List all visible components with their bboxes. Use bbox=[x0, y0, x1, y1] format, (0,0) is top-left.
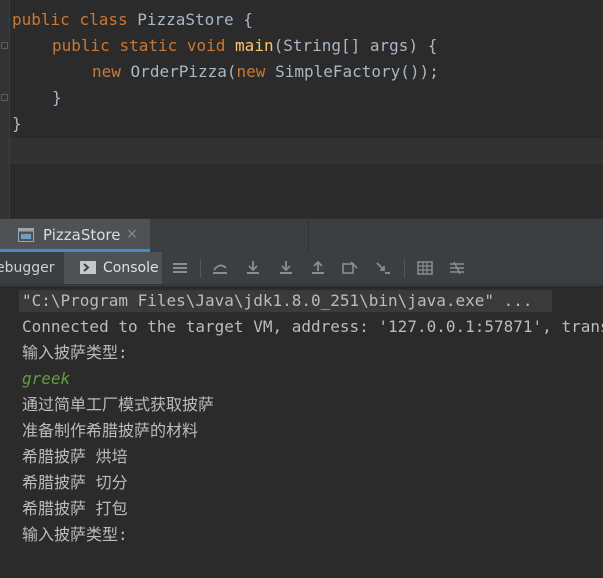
trace-icon[interactable] bbox=[448, 260, 466, 276]
gutter-divider bbox=[9, 0, 10, 218]
console-tab-label: Console bbox=[103, 260, 159, 276]
console-line-command: "C:\Program Files\Java\jdk1.8.0_251\bin\… bbox=[22, 291, 533, 310]
drop-frame-icon[interactable] bbox=[341, 260, 359, 276]
current-line-highlight bbox=[10, 138, 603, 164]
code-line-1[interactable]: public class PizzaStore { bbox=[12, 7, 253, 33]
show-execution-point-icon[interactable] bbox=[211, 260, 229, 276]
close-icon[interactable]: × bbox=[126, 226, 138, 242]
tab-label: PizzaStore bbox=[43, 226, 121, 244]
console-line-output: 希腊披萨 打包 bbox=[22, 499, 128, 518]
keyword: public bbox=[12, 10, 70, 29]
brace: } bbox=[52, 88, 62, 107]
method-params: (String[] args) { bbox=[273, 36, 438, 55]
tab-console[interactable]: Console bbox=[64, 252, 162, 284]
constructor-call: SimpleFactory()); bbox=[275, 62, 439, 81]
keyword: static bbox=[119, 36, 178, 55]
code-line-4[interactable]: } bbox=[52, 85, 62, 111]
console-line-prompt: 输入披萨类型: bbox=[22, 525, 128, 544]
console-line-output: 希腊披萨 切分 bbox=[22, 473, 128, 492]
console-line-prompt: 输入披萨类型: bbox=[22, 343, 128, 362]
class-name: PizzaStore bbox=[137, 10, 234, 29]
keyword: new bbox=[92, 62, 121, 81]
console-line-output: 希腊披萨 烘培 bbox=[22, 447, 128, 466]
debug-toolbar: ebugger Console bbox=[0, 252, 603, 285]
console-line-connected: Connected to the target VM, address: '12… bbox=[22, 317, 603, 336]
fold-marker-icon[interactable] bbox=[1, 94, 8, 101]
tab-pizzastore[interactable]: PizzaStore × bbox=[0, 219, 150, 252]
tab-debugger[interactable]: ebugger bbox=[0, 260, 55, 276]
tab-divider bbox=[308, 219, 309, 253]
constructor-call: OrderPizza( bbox=[130, 62, 237, 81]
code-line-5[interactable]: } bbox=[12, 111, 22, 137]
fold-marker-icon[interactable] bbox=[1, 42, 8, 49]
console-icon bbox=[80, 261, 96, 274]
toolbar-separator bbox=[200, 259, 201, 278]
code-line-3[interactable]: new OrderPizza(new SimpleFactory()); bbox=[92, 59, 439, 85]
menu-icon[interactable] bbox=[171, 260, 189, 276]
evaluate-expression-icon[interactable] bbox=[416, 260, 434, 276]
code-line-2[interactable]: public static void main(String[] args) { bbox=[52, 33, 437, 59]
toolbar-separator bbox=[404, 259, 405, 278]
run-to-cursor-icon[interactable] bbox=[374, 260, 392, 276]
console-line-user-input: greek bbox=[22, 369, 71, 388]
run-window-icon bbox=[18, 228, 34, 242]
console-output[interactable]: "C:\Program Files\Java\jdk1.8.0_251\bin\… bbox=[0, 286, 603, 578]
step-out-icon[interactable] bbox=[309, 260, 327, 276]
keyword: void bbox=[186, 36, 226, 55]
keyword: class bbox=[79, 10, 128, 29]
code-editor[interactable]: public class PizzaStore { public static … bbox=[0, 0, 603, 218]
step-into-icon[interactable] bbox=[277, 260, 295, 276]
keyword: new bbox=[236, 62, 266, 81]
keyword: public bbox=[52, 36, 110, 55]
brace: { bbox=[243, 10, 253, 29]
step-over-icon[interactable] bbox=[244, 260, 262, 276]
debug-tool-window: PizzaStore × ebugger Console "C:\Program… bbox=[0, 218, 603, 578]
run-tab-bar: PizzaStore × bbox=[0, 218, 603, 253]
method-name: main bbox=[235, 36, 274, 55]
console-line-output: 通过简单工厂模式获取披萨 bbox=[22, 395, 215, 414]
console-line-output: 准备制作希腊披萨的材料 bbox=[22, 421, 199, 440]
brace: } bbox=[12, 114, 22, 133]
